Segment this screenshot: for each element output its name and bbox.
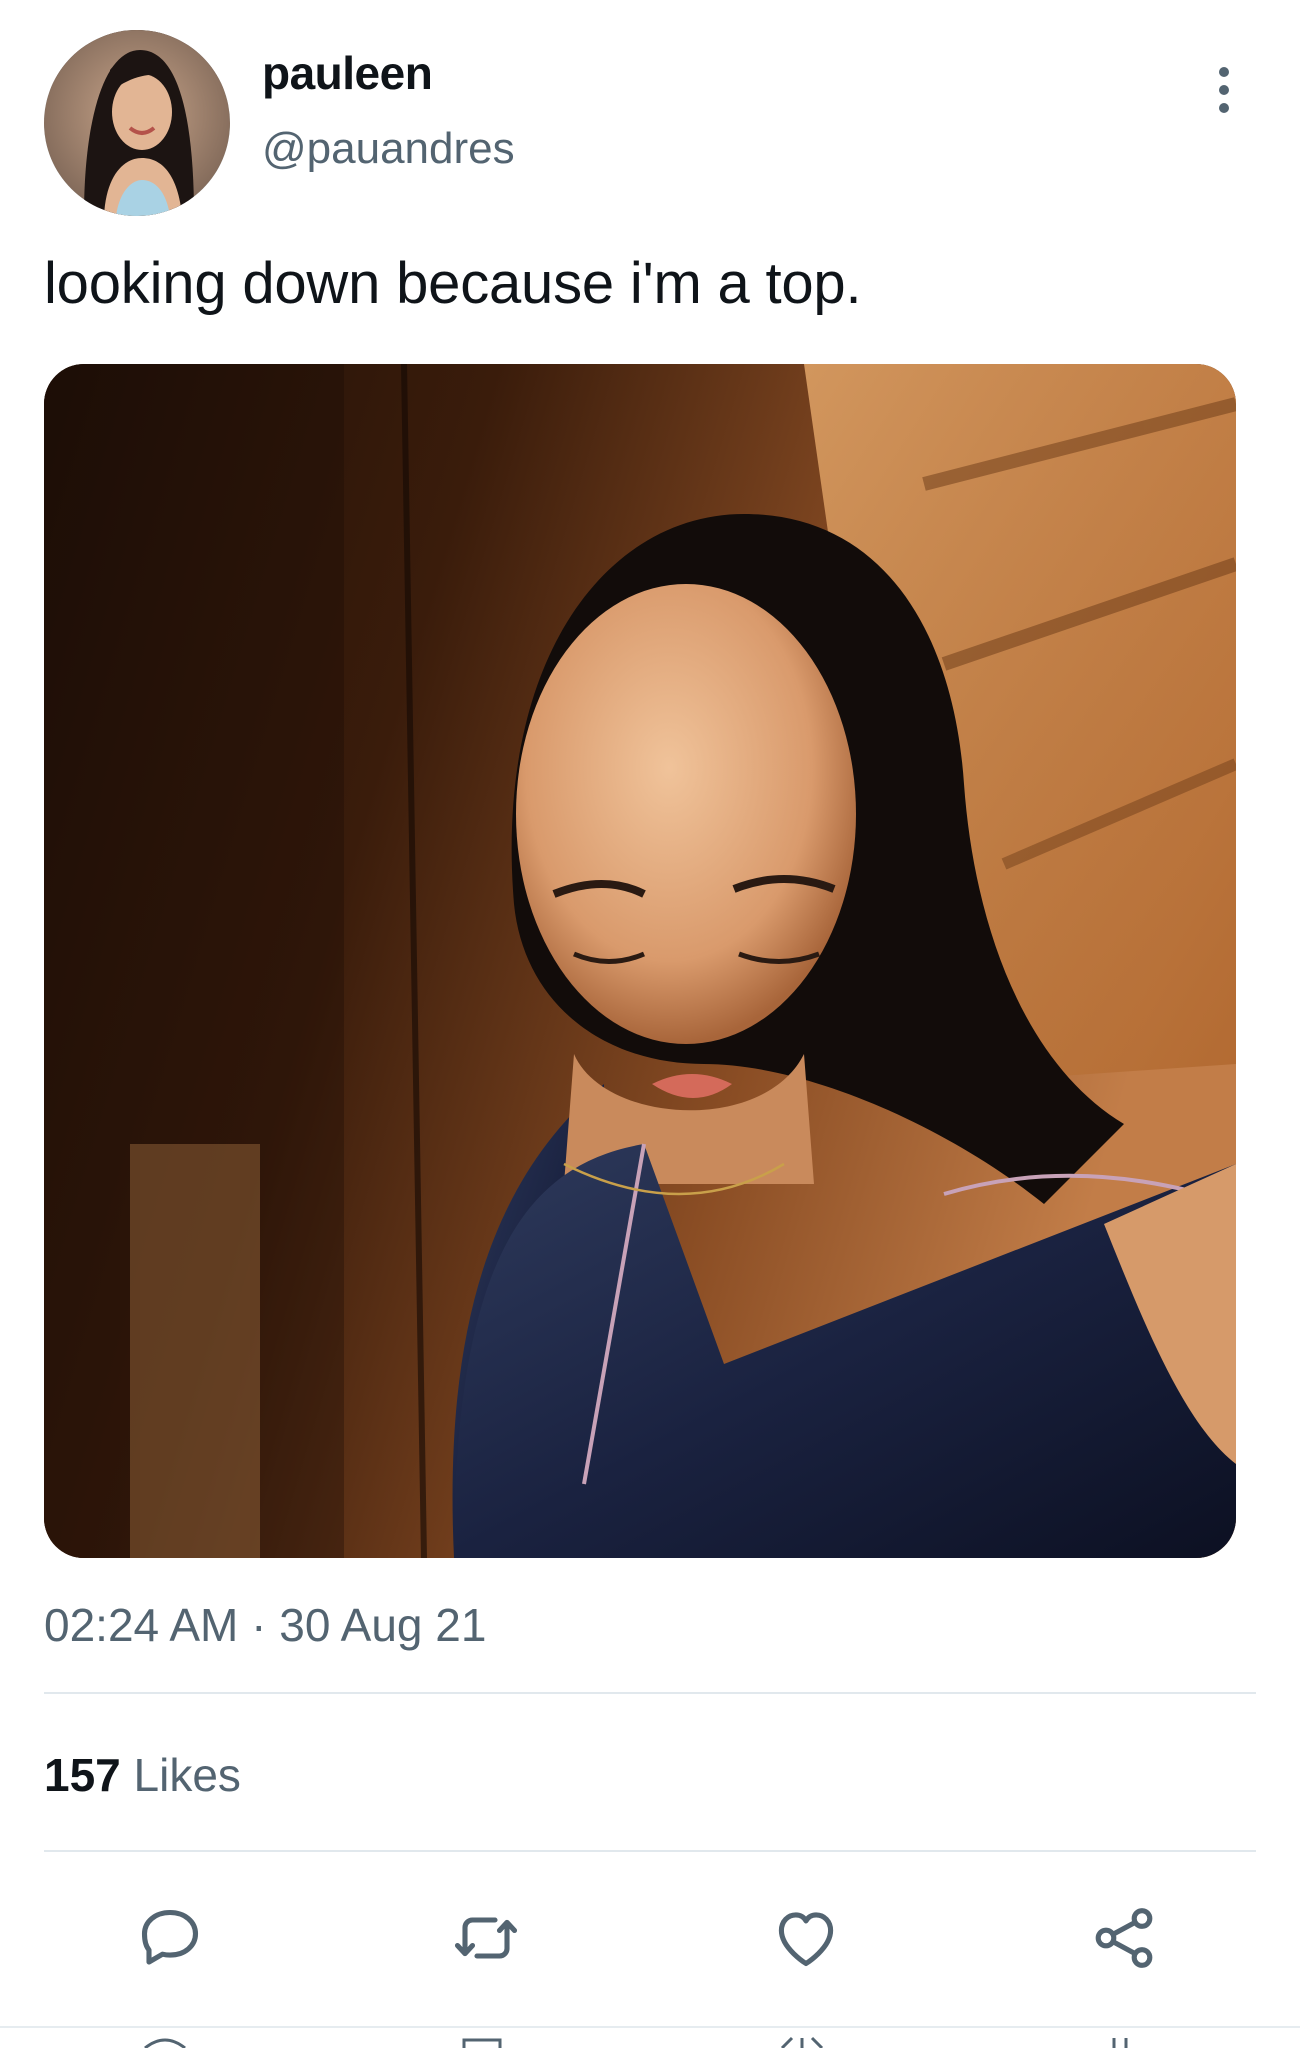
notifications-icon[interactable] (772, 2036, 832, 2048)
share-button[interactable] (1086, 1900, 1162, 1976)
likes-count: 157 (44, 1749, 121, 1801)
more-options-button[interactable] (1196, 62, 1252, 118)
retweet-icon (454, 1917, 518, 1959)
more-vertical-icon (1219, 67, 1229, 113)
tweet-photo[interactable] (44, 364, 1236, 1558)
like-button[interactable] (768, 1900, 844, 1976)
home-icon[interactable] (135, 2036, 195, 2048)
tweet-detail: pauleen @pauandres looking down because … (0, 0, 1300, 2050)
divider (44, 1850, 1256, 1852)
avatar[interactable] (44, 30, 230, 216)
share-icon (1095, 1908, 1153, 1968)
user-handle[interactable]: @pauandres (262, 124, 515, 174)
reply-icon (141, 1909, 199, 1965)
likes-label: Likes (133, 1749, 241, 1801)
reply-button[interactable] (132, 1900, 208, 1976)
retweet-button[interactable] (448, 1900, 524, 1976)
tweet-text: looking down because i'm a top. (44, 251, 862, 316)
display-name[interactable]: pauleen (262, 46, 433, 100)
heart-icon (778, 1912, 834, 1967)
photo-image (44, 364, 1236, 1558)
likes-stat[interactable]: 157 Likes (44, 1748, 241, 1802)
messages-icon[interactable] (1090, 2036, 1150, 2048)
search-icon[interactable] (452, 2036, 512, 2048)
avatar-image (44, 30, 230, 216)
divider (44, 1692, 1256, 1694)
tweet-timestamp[interactable]: 02:24 AM · 30 Aug 21 (44, 1598, 486, 1652)
